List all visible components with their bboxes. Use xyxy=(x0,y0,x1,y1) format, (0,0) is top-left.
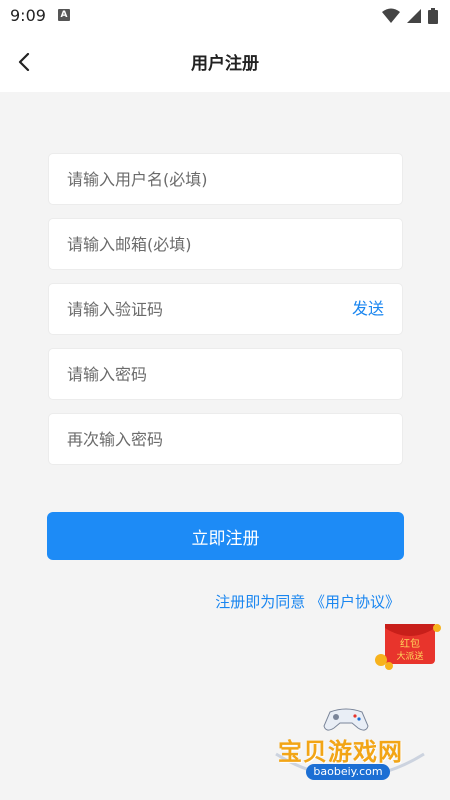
watermark-title: 宝贝游戏网 xyxy=(278,738,403,766)
battery-icon xyxy=(428,8,438,24)
agreement-prefix: 注册即为同意 xyxy=(215,593,310,611)
red-envelope-icon: 红包 大派送 xyxy=(375,624,441,670)
email-field[interactable] xyxy=(48,218,403,270)
confirm-password-field[interactable] xyxy=(48,413,403,465)
register-button[interactable]: 立即注册 xyxy=(47,512,404,560)
send-code-button[interactable]: 发送 xyxy=(352,284,384,334)
wifi-icon xyxy=(382,8,400,23)
watermark-domain: baobeiy.com xyxy=(306,764,390,780)
password-field[interactable] xyxy=(48,348,403,400)
notification-a-icon: A xyxy=(58,9,70,21)
promo-line2: 大派送 xyxy=(396,650,423,662)
verification-code-field[interactable]: 发送 xyxy=(48,283,403,335)
status-time: 9:09 xyxy=(10,6,46,25)
promo-line1: 红包 xyxy=(400,637,420,650)
signal-icon xyxy=(407,9,421,23)
watermark: 宝贝游戏网 baobeiy.com xyxy=(270,700,430,790)
user-agreement-link[interactable]: 《用户协议》 xyxy=(310,593,400,611)
username-input[interactable] xyxy=(67,154,347,204)
email-input[interactable] xyxy=(67,219,347,269)
password-input[interactable] xyxy=(67,349,347,399)
confirm-password-input[interactable] xyxy=(67,414,347,464)
username-field[interactable] xyxy=(48,153,403,205)
gamepad-icon xyxy=(323,708,369,731)
red-packet-promo[interactable]: 红包 大派送 xyxy=(375,620,441,670)
verification-code-input[interactable] xyxy=(67,284,347,334)
page-title: 用户注册 xyxy=(191,54,259,74)
status-bar: 9:09 A xyxy=(0,0,450,32)
app-header: 用户注册 xyxy=(0,32,450,92)
agreement-text: 注册即为同意 《用户协议》 xyxy=(215,591,400,612)
status-icons xyxy=(382,7,438,25)
